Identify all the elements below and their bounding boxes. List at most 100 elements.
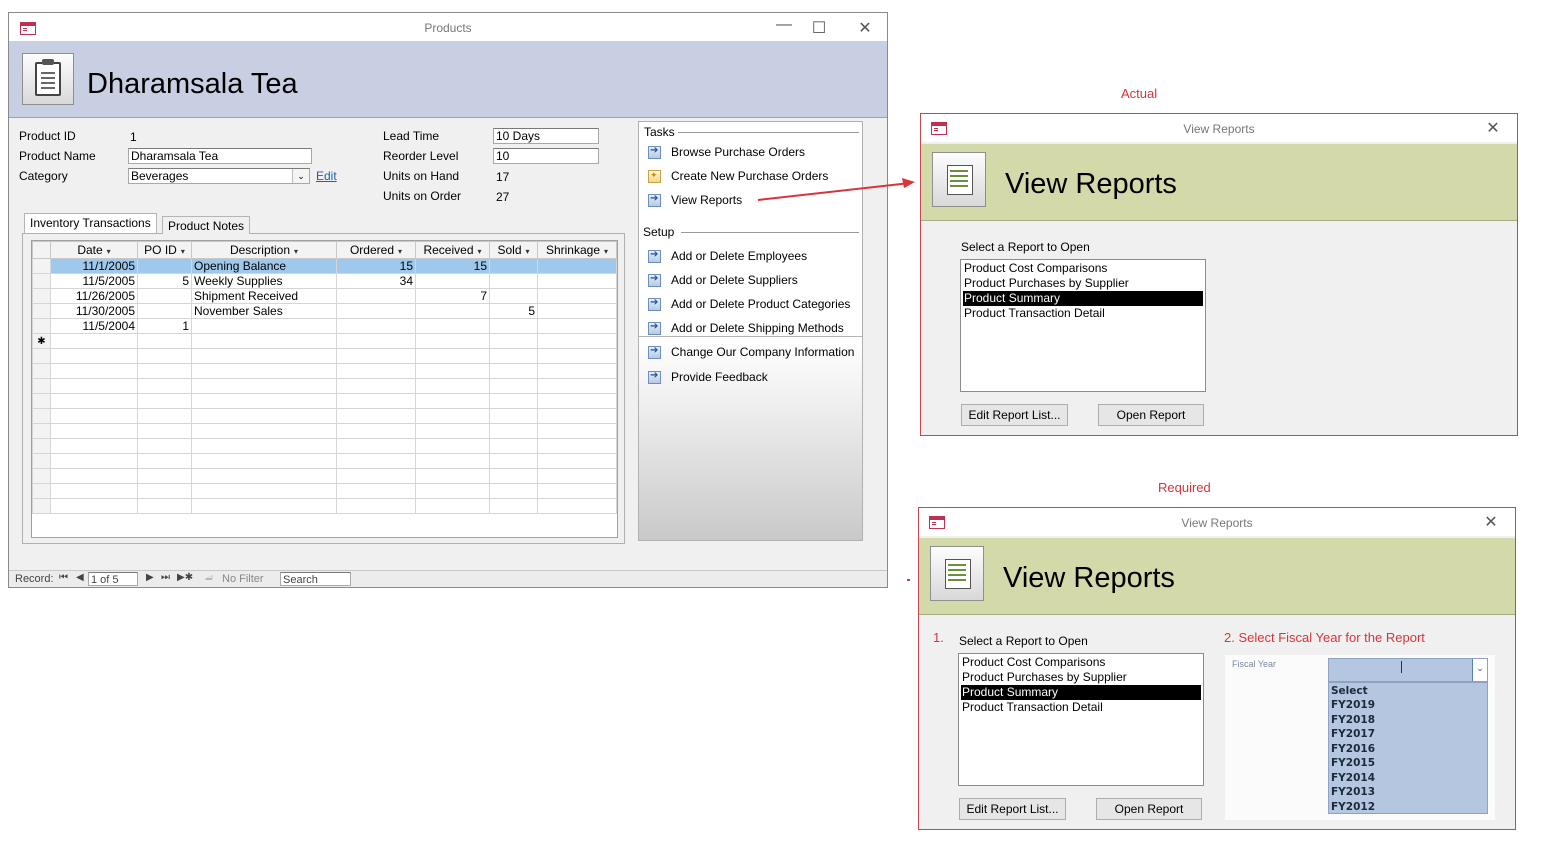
open-report-button[interactable]: Open Report xyxy=(1096,798,1202,820)
product-name-field[interactable]: Dharamsala Tea xyxy=(128,148,312,164)
col-ordered[interactable]: Ordered ▾ xyxy=(336,241,416,259)
sort-arrow-icon[interactable]: ▾ xyxy=(181,247,185,256)
sort-arrow-icon[interactable]: ▾ xyxy=(398,247,402,256)
new-record-nav-icon[interactable]: ▶✱ xyxy=(177,572,193,583)
cell-ordered[interactable] xyxy=(336,318,416,334)
fiscal-year-dropdown[interactable]: ⌄ xyxy=(1328,658,1488,682)
cell-date[interactable]: 11/30/2005 xyxy=(50,303,138,319)
arrow-right-icon[interactable] xyxy=(648,249,661,263)
nav-employees[interactable]: Add or Delete Employees xyxy=(671,249,807,263)
record-number-field[interactable]: 1 of 5 xyxy=(88,572,138,586)
edit-report-list-button[interactable]: Edit Report List... xyxy=(961,404,1068,426)
new-order-icon[interactable] xyxy=(648,170,661,183)
sort-arrow-icon[interactable]: ▾ xyxy=(526,247,530,256)
cell-received[interactable]: 15 xyxy=(415,258,490,274)
required-report-list[interactable]: Product Cost Comparisons Product Purchas… xyxy=(958,653,1204,786)
cell-ordered[interactable]: 15 xyxy=(336,258,416,274)
row-selector[interactable] xyxy=(32,318,51,334)
previous-record-icon[interactable]: ◀ xyxy=(76,572,84,583)
cell-received[interactable] xyxy=(415,318,490,334)
list-item[interactable]: Product Cost Comparisons xyxy=(961,655,1201,670)
list-item[interactable]: Product Transaction Detail xyxy=(963,306,1203,321)
new-record-row[interactable]: ✱ xyxy=(32,333,617,349)
maximize-icon[interactable]: ☐ xyxy=(809,18,829,38)
tab-product-notes[interactable]: Product Notes xyxy=(162,216,251,234)
cell-date[interactable]: 11/5/2005 xyxy=(50,273,138,289)
cell-ordered[interactable] xyxy=(336,303,416,319)
edit-category-link[interactable]: Edit xyxy=(316,169,337,183)
close-icon[interactable]: ✕ xyxy=(1483,118,1503,138)
list-item[interactable]: Product Transaction Detail xyxy=(961,700,1201,715)
arrow-right-icon[interactable] xyxy=(648,145,661,159)
col-received[interactable]: Received ▾ xyxy=(415,241,490,259)
cell-description[interactable]: Opening Balance xyxy=(191,258,337,274)
cell-sold[interactable] xyxy=(489,258,538,274)
open-report-button[interactable]: Open Report xyxy=(1098,404,1204,426)
col-date[interactable]: Date ▾ xyxy=(50,241,138,259)
col-description[interactable]: Description ▾ xyxy=(191,241,337,259)
sort-arrow-icon[interactable]: ▾ xyxy=(294,247,298,256)
cell-sold[interactable] xyxy=(489,273,538,289)
nav-shipping-methods[interactable]: Add or Delete Shipping Methods xyxy=(671,321,844,335)
filter-status[interactable]: No Filter xyxy=(222,573,264,585)
cell-ordered[interactable]: 34 xyxy=(336,273,416,289)
row-selector[interactable] xyxy=(32,303,51,319)
list-item[interactable]: Product Cost Comparisons xyxy=(963,261,1203,276)
cell-date[interactable]: 11/1/2005 xyxy=(50,258,138,274)
cell-shrinkage[interactable] xyxy=(537,318,617,334)
actual-report-list[interactable]: Product Cost Comparisons Product Purchas… xyxy=(960,259,1206,392)
cell-shrinkage[interactable] xyxy=(537,303,617,319)
col-po-id[interactable]: PO ID ▾ xyxy=(137,241,192,259)
row-selector[interactable] xyxy=(32,273,51,289)
nav-feedback[interactable]: Provide Feedback xyxy=(671,370,768,384)
fy-option[interactable]: FY2012 xyxy=(1331,801,1375,813)
nav-view-reports[interactable]: View Reports xyxy=(671,193,742,207)
cell-sold[interactable] xyxy=(489,318,538,334)
minimize-icon[interactable]: — xyxy=(774,16,794,34)
table-row[interactable]: 11/30/2005 November Sales 5 xyxy=(32,303,617,319)
lead-time-field[interactable]: 10 Days xyxy=(493,128,599,144)
category-dropdown[interactable]: Beverages ⌄ xyxy=(128,168,310,184)
fy-option[interactable]: FY2019 xyxy=(1331,699,1375,711)
cell-received[interactable]: 7 xyxy=(415,288,490,304)
fy-option[interactable]: FY2017 xyxy=(1331,728,1375,740)
chevron-down-icon[interactable]: ⌄ xyxy=(1472,659,1487,681)
fy-option[interactable]: FY2016 xyxy=(1331,743,1375,755)
fy-option[interactable]: FY2018 xyxy=(1331,714,1375,726)
cell-description[interactable]: Weekly Supplies xyxy=(191,273,337,289)
chevron-down-icon[interactable]: ⌄ xyxy=(292,169,309,183)
cell-ordered[interactable] xyxy=(336,288,416,304)
cell-po-id[interactable]: 5 xyxy=(137,273,192,289)
cell-received[interactable] xyxy=(415,303,490,319)
arrow-right-icon[interactable] xyxy=(648,273,661,287)
cell-date[interactable]: 11/26/2005 xyxy=(50,288,138,304)
nav-suppliers[interactable]: Add or Delete Suppliers xyxy=(671,273,798,287)
cell-po-id[interactable] xyxy=(137,258,192,274)
list-item[interactable]: Product Purchases by Supplier xyxy=(961,670,1201,685)
list-item-selected[interactable]: Product Summary xyxy=(963,291,1203,306)
list-item-selected[interactable]: Product Summary xyxy=(961,685,1201,700)
cell-po-id[interactable]: 1 xyxy=(137,318,192,334)
arrow-right-icon[interactable] xyxy=(648,193,661,207)
nav-browse-purchase-orders[interactable]: Browse Purchase Orders xyxy=(671,145,805,159)
cell-sold[interactable] xyxy=(489,288,538,304)
arrow-right-icon[interactable] xyxy=(648,370,661,384)
nav-product-categories[interactable]: Add or Delete Product Categories xyxy=(671,297,850,311)
close-icon[interactable]: ✕ xyxy=(1481,512,1501,532)
cell-description[interactable]: November Sales xyxy=(191,303,337,319)
cell-description[interactable]: Shipment Received xyxy=(191,288,337,304)
fy-option[interactable]: Select xyxy=(1331,685,1368,697)
table-row[interactable]: 11/26/2005 Shipment Received 7 xyxy=(32,288,617,304)
select-all-corner[interactable] xyxy=(32,241,51,259)
next-record-icon[interactable]: ▶ xyxy=(146,572,154,583)
table-row[interactable]: 11/1/2005 Opening Balance 15 15 xyxy=(32,258,617,274)
cell-shrinkage[interactable] xyxy=(537,273,617,289)
col-shrinkage[interactable]: Shrinkage ▾ xyxy=(537,241,617,259)
fy-option[interactable]: FY2014 xyxy=(1331,772,1375,784)
cell-po-id[interactable] xyxy=(137,303,192,319)
cell-po-id[interactable] xyxy=(137,288,192,304)
arrow-right-icon[interactable] xyxy=(648,345,661,359)
sort-arrow-icon[interactable]: ▾ xyxy=(478,247,482,256)
cell-received[interactable] xyxy=(415,273,490,289)
cell-date[interactable]: 11/5/2004 xyxy=(50,318,138,334)
